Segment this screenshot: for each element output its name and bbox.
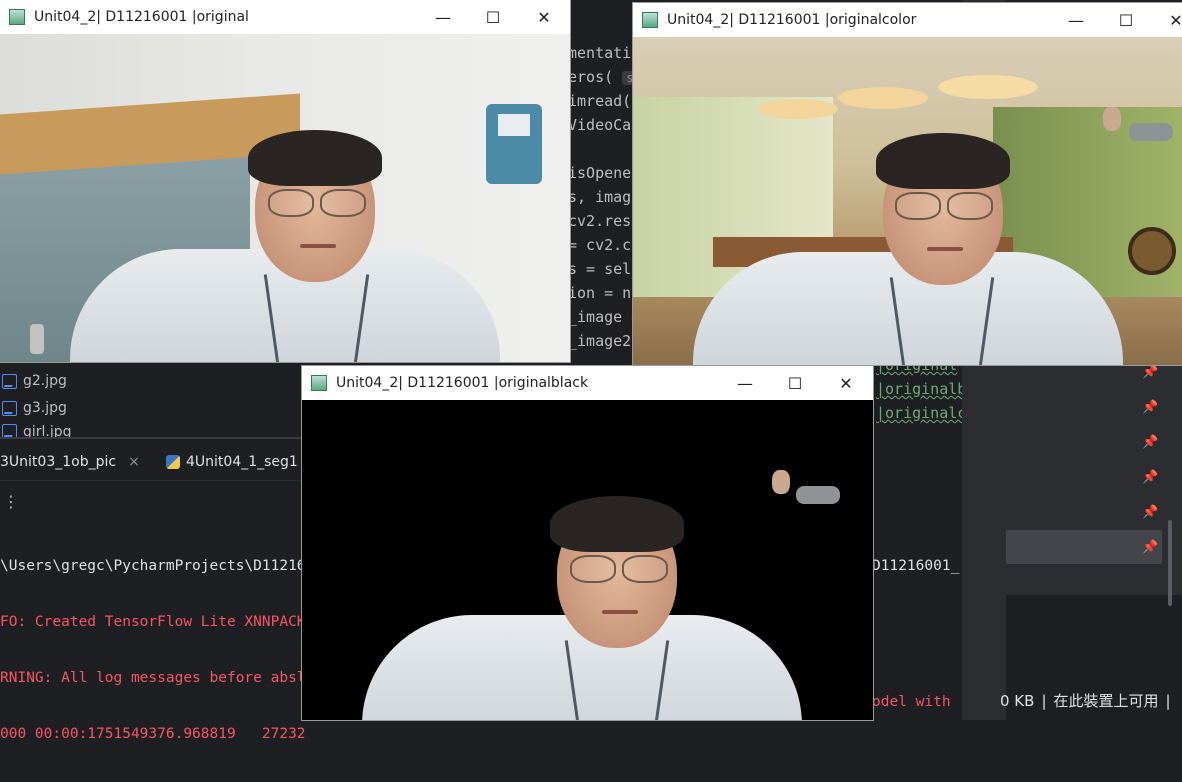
code-line: s = self [568, 260, 641, 278]
code-string: |originalco [876, 404, 976, 422]
console-line: \Users\gregc\PycharmProjects\D11216 [0, 558, 306, 574]
segmentation-artifact [1103, 107, 1121, 131]
code-line: = cv2.c [568, 236, 632, 254]
app-icon [642, 12, 658, 28]
file-item[interactable]: g2.jpg [2, 370, 67, 392]
tab-3unit03[interactable]: 3Unit03_1ob_pic × [0, 454, 140, 470]
window-originalcolor[interactable]: Unit04_2| D11216001 |originalcolor — ☐ ✕ [633, 3, 1182, 365]
panel-divider [0, 437, 302, 439]
console-line: odel with [872, 694, 951, 710]
close-button[interactable]: ✕ [521, 0, 567, 34]
window-title: Unit04_2| D11216001 |originalcolor [667, 12, 917, 28]
maximize-button[interactable]: ☐ [470, 0, 516, 34]
more-options-icon[interactable]: ⋮ [3, 492, 19, 511]
segmentation-artifact [1129, 123, 1173, 141]
console-line: 000 00:00:1751549376.968819 27232 [0, 726, 306, 742]
run-tabs: 3Unit03_1ob_pic× 4Unit04_1_seg1× [0, 448, 322, 481]
person [0, 34, 570, 362]
project-file-list: g2.jpg g3.jpg girl.jpg [0, 370, 302, 440]
pin-icon[interactable]: 📌 [1142, 505, 1158, 521]
title-bar[interactable]: Unit04_2| D11216001 |original — ☐ ✕ [0, 0, 570, 34]
title-bar[interactable]: Unit04_2| D11216001 |originalblack — ☐ ✕ [302, 366, 873, 400]
code-line: isOpened [568, 164, 641, 182]
pin-icon[interactable]: 📌 [1142, 435, 1158, 451]
python-icon [166, 455, 180, 469]
file-item[interactable]: girl.jpg [2, 424, 72, 438]
code-line: _image2 [568, 332, 632, 350]
app-icon [311, 375, 327, 391]
close-tab-icon[interactable]: × [128, 454, 140, 470]
camera-image-original [0, 34, 570, 362]
code-line: mentatic [568, 44, 641, 62]
person [302, 400, 873, 720]
code-line: ion = np [568, 284, 641, 302]
minimize-button[interactable]: — [420, 0, 466, 34]
minimize-button[interactable]: — [1053, 3, 1099, 37]
code-line: VideoCap [568, 116, 641, 134]
code-line: s, image [568, 188, 641, 206]
minimize-button[interactable]: — [722, 366, 768, 400]
pin-icon[interactable]: 📌 [1142, 470, 1158, 486]
background-replaced-image [633, 37, 1182, 365]
code-line: _image = [568, 308, 641, 326]
black-background-image [302, 400, 873, 720]
title-bar[interactable]: Unit04_2| D11216001 |originalcolor — ☐ ✕ [633, 3, 1182, 37]
person [633, 37, 1182, 365]
pin-icon[interactable]: 📌 [1142, 365, 1158, 381]
tab-4unit04[interactable]: 4Unit04_1_seg1× [166, 454, 322, 470]
file-item[interactable]: g3.jpg [2, 397, 67, 419]
image-file-icon [2, 400, 17, 416]
console-line: RNING: All log messages before absl [0, 670, 306, 686]
console-output-right: D11216001_ odel with [872, 526, 959, 750]
window-original[interactable]: Unit04_2| D11216001 |original — ☐ ✕ [0, 0, 570, 362]
status-availability: 在此裝置上可用 [1053, 692, 1159, 710]
code-string: |originalbl [876, 380, 976, 398]
scrollbar[interactable] [1168, 520, 1172, 606]
maximize-button[interactable]: ☐ [772, 366, 818, 400]
status-size: 0 KB [1000, 692, 1035, 710]
maximize-button[interactable]: ☐ [1103, 3, 1149, 37]
window-originalblack[interactable]: Unit04_2| D11216001 |originalblack — ☐ ✕ [302, 366, 873, 720]
image-file-icon [2, 424, 17, 438]
window-title: Unit04_2| D11216001 |original [34, 9, 249, 25]
app-icon [9, 9, 25, 25]
console-output: \Users\gregc\PycharmProjects\D11216 FO: … [0, 526, 306, 742]
pin-icon[interactable]: 📌 [1142, 540, 1158, 556]
image-file-icon [2, 373, 17, 389]
segmentation-artifact [772, 470, 790, 494]
close-button[interactable]: ✕ [823, 366, 869, 400]
pin-icon[interactable]: 📌 [1142, 400, 1158, 416]
code-line: imread( [568, 92, 632, 110]
segmentation-artifact [796, 486, 840, 504]
code-line: cv2.res [568, 212, 632, 230]
close-button[interactable]: ✕ [1153, 3, 1182, 37]
console-line: FO: Created TensorFlow Lite XNNPACK [0, 614, 306, 630]
pinned-row-selected[interactable] [1006, 530, 1162, 564]
window-title: Unit04_2| D11216001 |originalblack [336, 375, 589, 391]
console-line: D11216001_ [872, 558, 960, 574]
status-bar: 0 KB | 在此裝置上可用 | [1000, 692, 1171, 710]
